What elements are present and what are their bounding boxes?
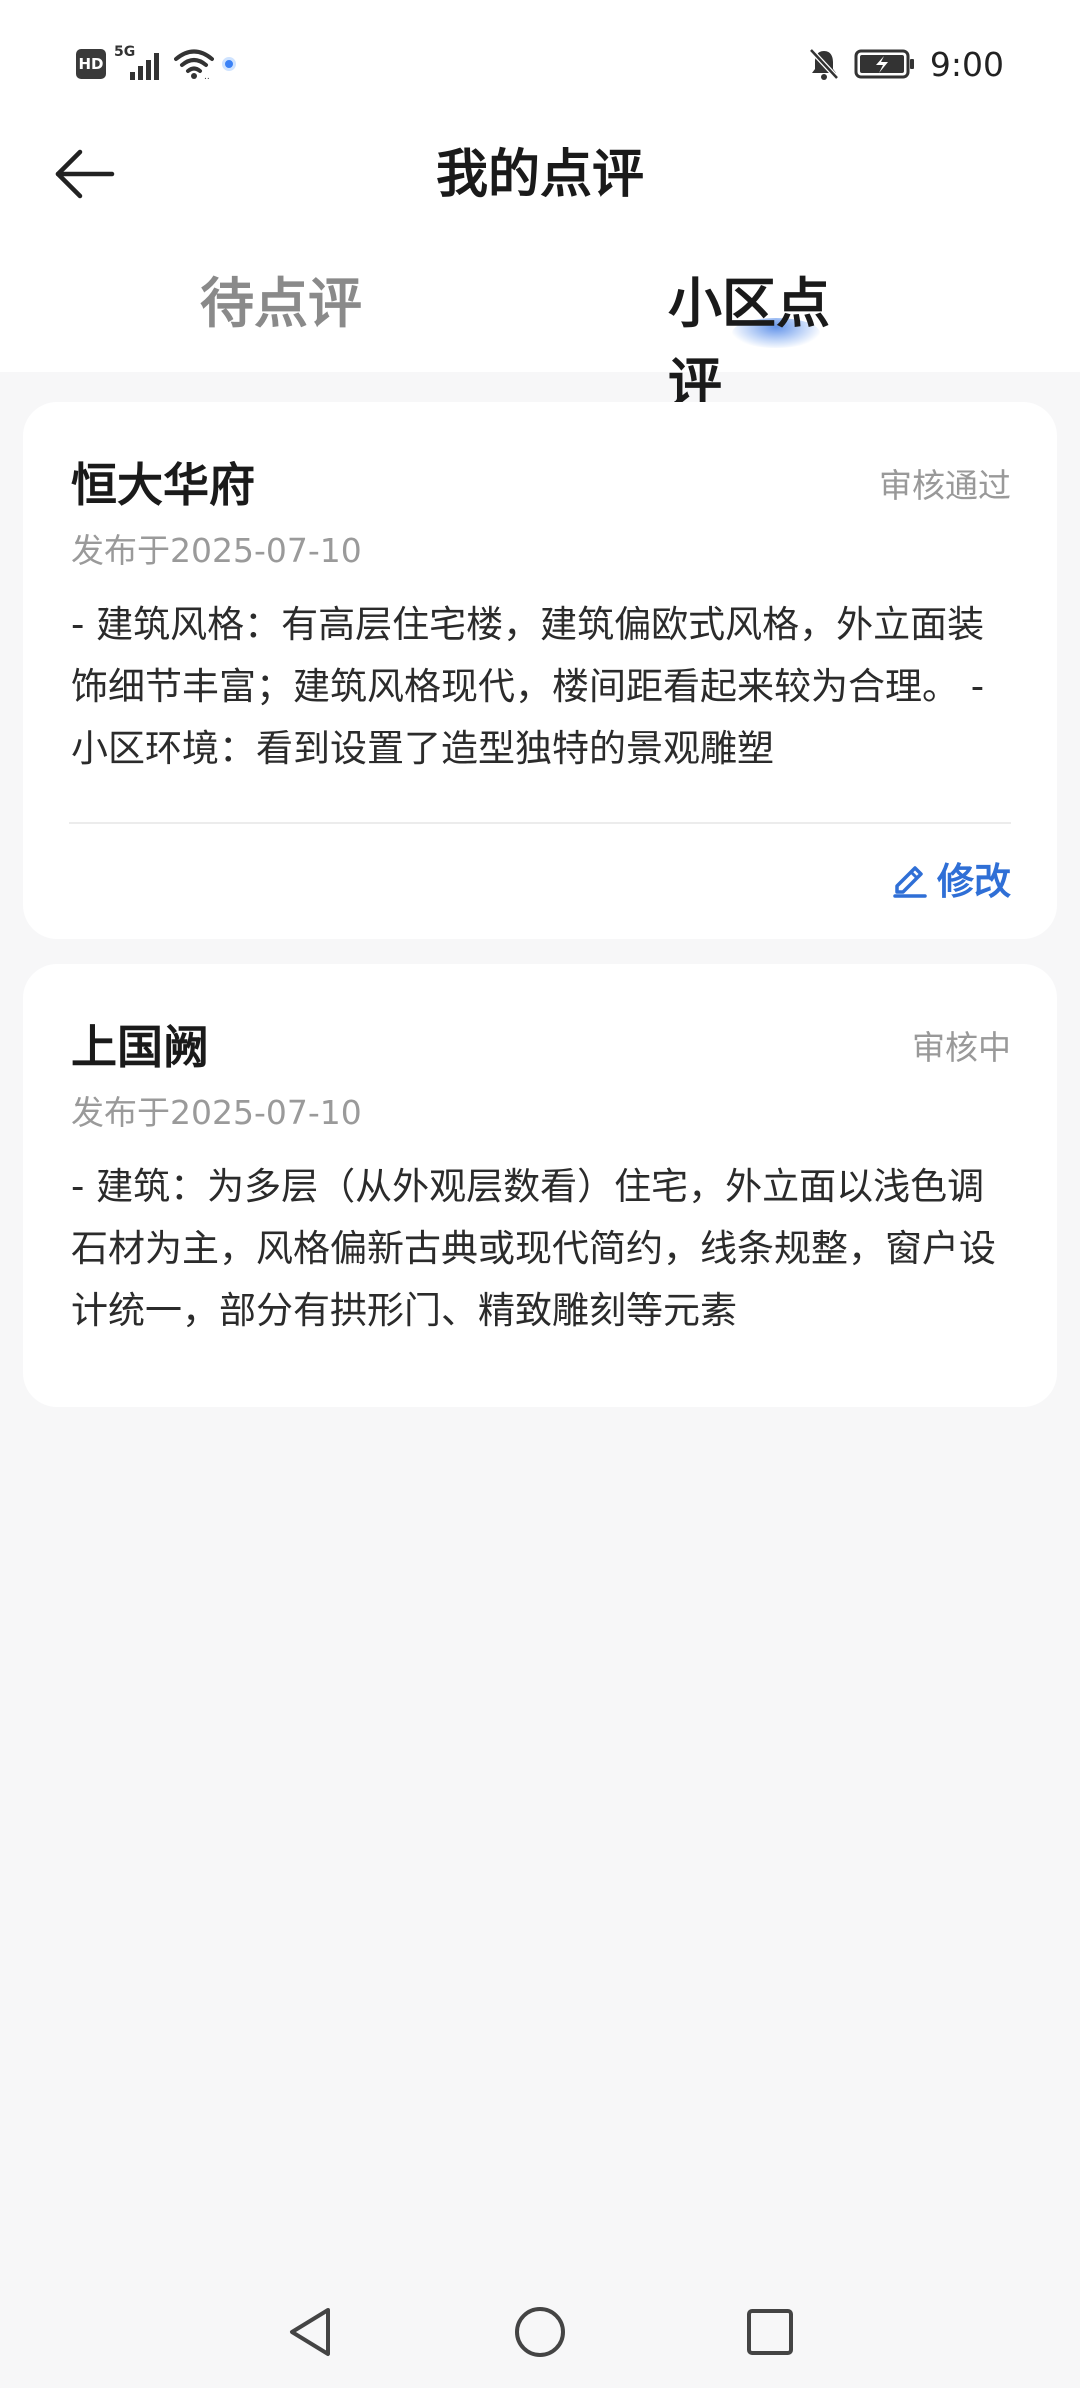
review-status-badge: 审核中 [912,1028,1011,1067]
review-card[interactable]: 上国阙 审核中 发布于2025-07-10 - 建筑：为多层（从外观层数看）住宅… [23,964,1057,1407]
location-dot-icon [222,57,236,71]
nav-back-icon [290,2308,330,2356]
tab-pending-review[interactable]: 待点评 [200,264,365,344]
status-left: HD 5G .. [76,44,236,84]
card-divider [69,822,1011,824]
nav-back-button[interactable] [278,2300,342,2364]
nav-recent-button[interactable] [738,2300,802,2364]
status-right: 9:00 [808,44,1004,84]
edit-button[interactable]: 修改 [889,850,1011,906]
tab-community-review[interactable]: 小区点评 [668,264,883,415]
review-status-badge: 审核通过 [879,466,1011,505]
nav-home-icon [515,2307,565,2357]
publish-date: 发布于2025-07-10 [71,531,362,570]
review-card[interactable]: 恒大华府 审核通过 发布于2025-07-10 - 建筑风格：有高层住宅楼，建筑… [23,402,1057,939]
hd-icon: HD [76,49,106,79]
edit-label: 修改 [937,860,1011,903]
community-name: 恒大华府 [71,458,255,512]
review-content: - 建筑：为多层（从外观层数看）住宅，外立面以浅色调石材为主，风格偏新古典或现代… [71,1165,996,1332]
signal-icon: 5G [114,44,166,82]
status-bar: HD 5G .. 9:00 [0,0,1080,128]
publish-date: 发布于2025-07-10 [71,1093,362,1132]
pencil-icon [893,866,927,898]
svg-text:..: .. [204,72,210,80]
community-name: 上国阙 [71,1020,209,1074]
system-nav-bar [0,2272,1080,2388]
mute-bell-icon [809,48,839,80]
status-time: 9:00 [929,44,1004,84]
battery-icon [854,49,914,79]
nav-home-button[interactable] [508,2300,572,2364]
review-content: - 建筑风格：有高层住宅楼，建筑偏欧式风格，外立面装饰细节丰富；建筑风格现代，楼… [71,603,985,770]
wifi-icon: .. [174,49,214,80]
nav-recent-icon [747,2309,793,2355]
page-title: 我的点评 [435,145,644,205]
